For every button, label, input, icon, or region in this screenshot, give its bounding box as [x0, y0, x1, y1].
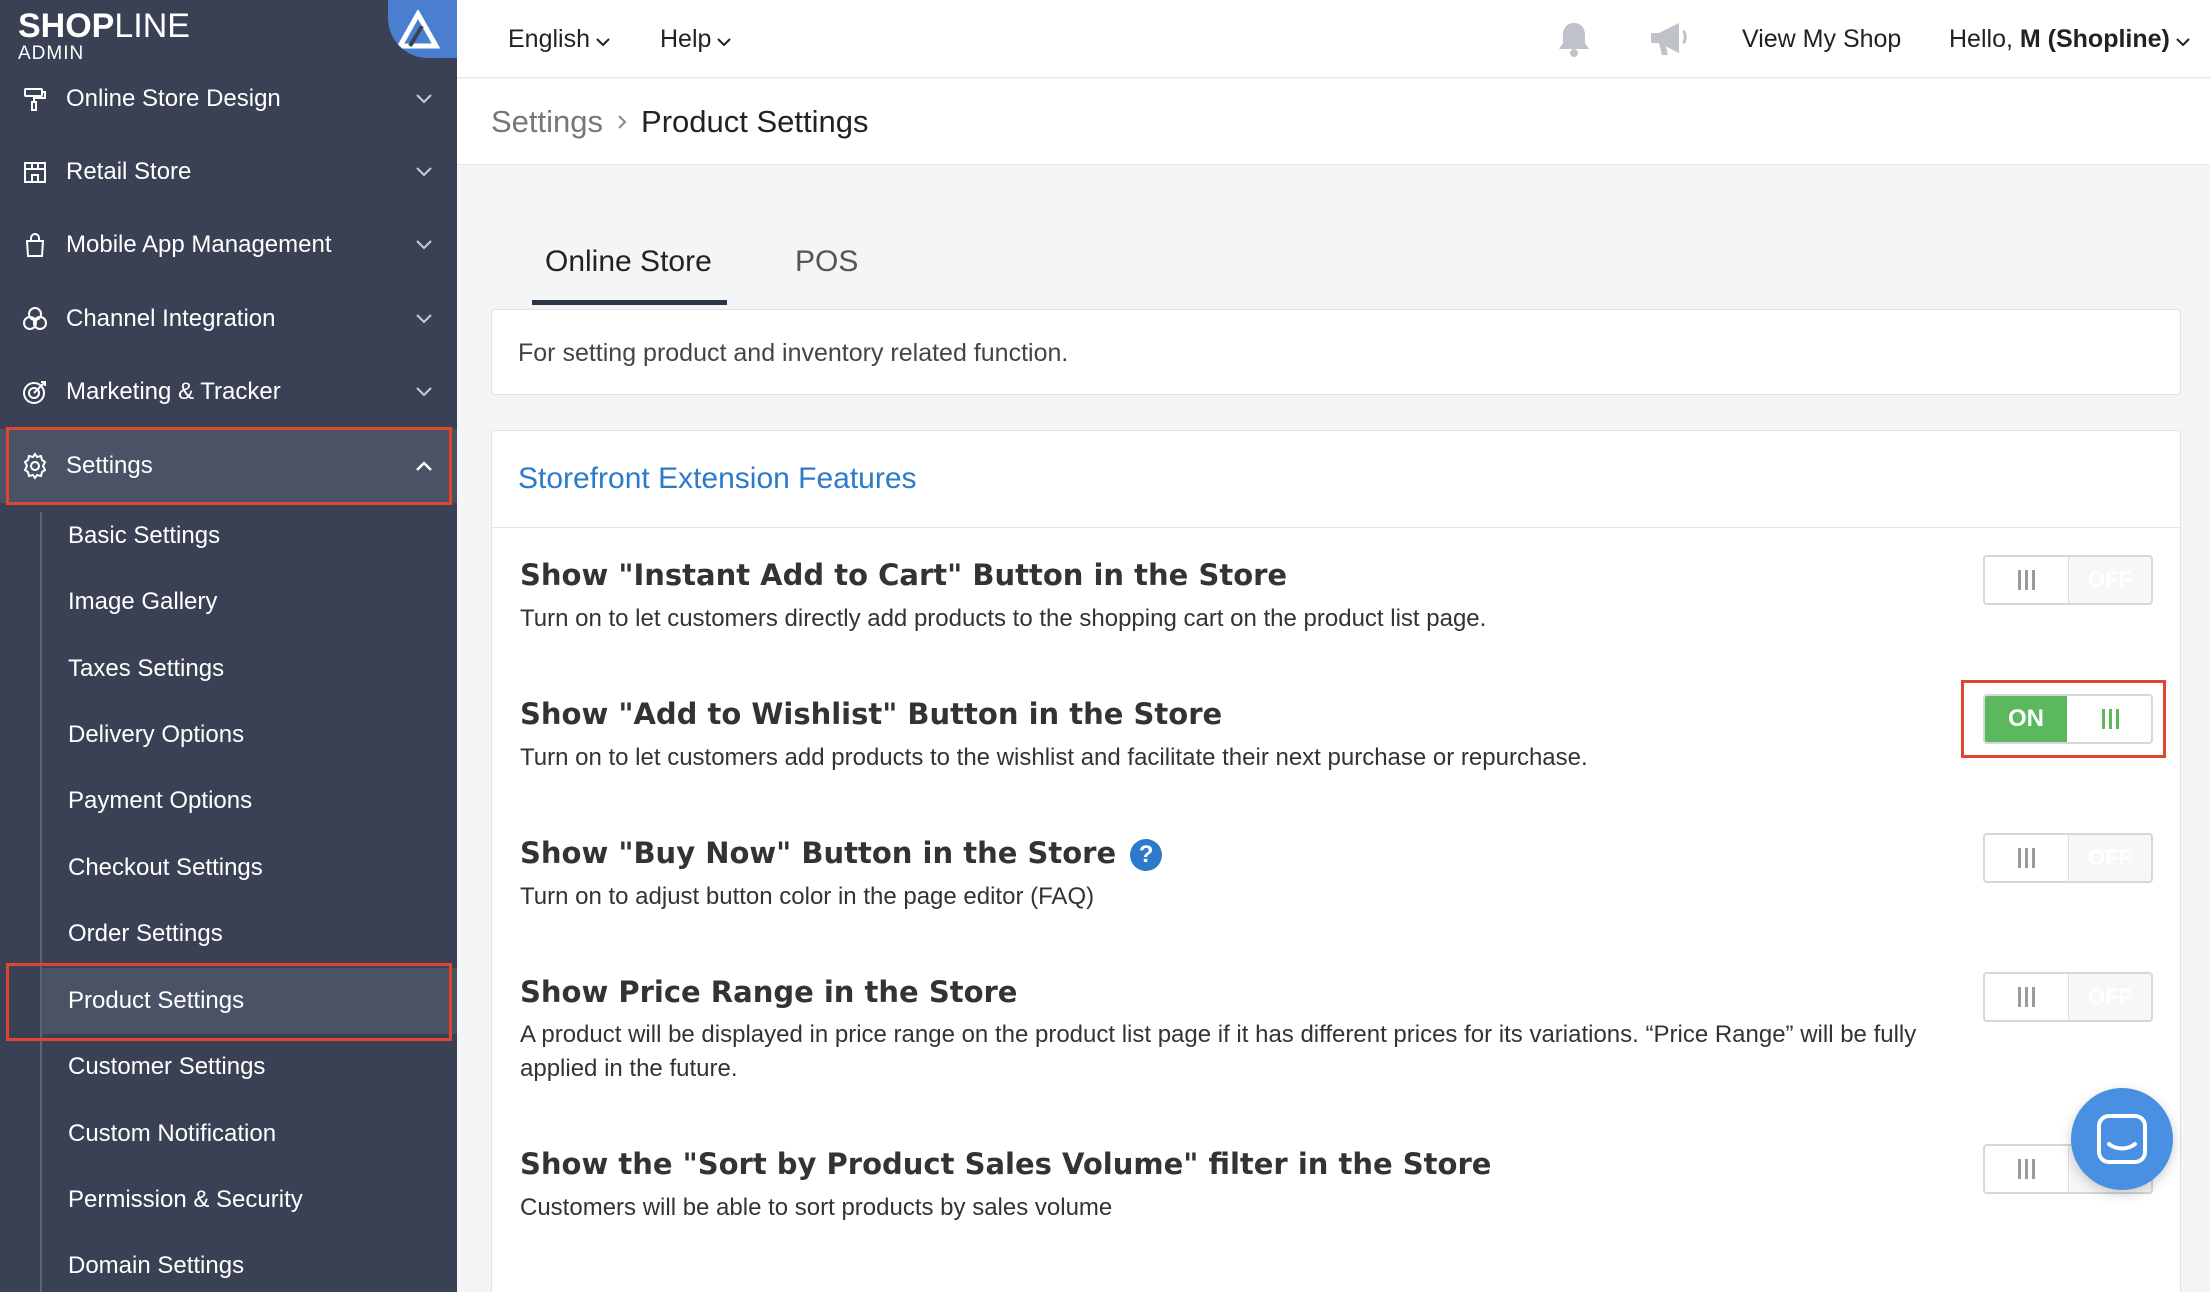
- submenu-item-taxes-settings[interactable]: Taxes Settings: [42, 636, 457, 702]
- breadcrumb-current: Product Settings: [641, 103, 869, 139]
- setting-desc-price-range: A product will be displayed in price ran…: [520, 1021, 1917, 1082]
- brand-mark-icon: [388, 0, 457, 58]
- section-divider: [492, 527, 2180, 528]
- shopline-logo[interactable]: SHOPLINE ADMIN: [18, 8, 190, 64]
- user-name: M (Shopline): [2019, 24, 2170, 53]
- store-icon: [20, 157, 50, 187]
- breadcrumb-settings-link[interactable]: Settings: [491, 104, 603, 140]
- grip-icon: [2018, 987, 2035, 1007]
- description-card: For setting product and inventory relate…: [491, 309, 2181, 395]
- setting-desc-buy-now: Turn on to adjust button color in the pa…: [520, 883, 1095, 910]
- submenu-item-basic-settings[interactable]: Basic Settings: [42, 503, 457, 569]
- active-tab-indicator: [532, 300, 727, 305]
- submenu-item-customer-settings[interactable]: Customer Settings: [42, 1034, 457, 1100]
- setting-desc-sort-by-sales-volume: Customers will be able to sort products …: [520, 1194, 1113, 1221]
- sidebar-item-mobile-app-management[interactable]: Mobile App Management: [0, 208, 457, 282]
- chevron-right-icon: [617, 114, 627, 130]
- help-dropdown[interactable]: Help: [660, 0, 732, 78]
- sidebar-item-label: Online Store Design: [66, 85, 281, 112]
- setting-title-sort-by-sales-volume: Show the "Sort by Product Sales Volume" …: [520, 1147, 1492, 1181]
- product-settings-highlight-box: [6, 963, 452, 1041]
- chat-widget-button[interactable]: [2071, 1088, 2173, 1190]
- sidebar-item-channel-integration[interactable]: Channel Integration: [0, 282, 457, 356]
- chevron-down-icon: [413, 308, 435, 330]
- toggle-instant-add-to-cart[interactable]: OFF: [1983, 555, 2153, 605]
- logo-admin-label: ADMIN: [18, 43, 85, 64]
- setting-title-add-to-wishlist: Show "Add to Wishlist" Button in the Sto…: [520, 697, 1223, 731]
- greeting-label: Hello,: [1949, 24, 2020, 53]
- help-label: Help: [660, 24, 712, 53]
- user-menu[interactable]: Hello, M (Shopline): [1949, 0, 2190, 78]
- view-my-shop-link[interactable]: View My Shop: [1742, 0, 1901, 78]
- sidebar-item-retail-store[interactable]: Retail Store: [0, 135, 457, 209]
- chevron-down-icon: [413, 234, 435, 256]
- sidebar-item-label: Marketing & Tracker: [66, 378, 281, 405]
- wishlist-toggle-highlight-box: [1961, 680, 2166, 758]
- tab-online-store[interactable]: Online Store: [545, 218, 712, 306]
- question-circle-icon[interactable]: ?: [1130, 839, 1163, 871]
- chevron-down-icon: [596, 25, 610, 54]
- settings-highlight-box: [6, 427, 452, 505]
- target-icon: [20, 377, 50, 407]
- language-label: English: [508, 24, 590, 53]
- paint-roller-icon: [20, 84, 50, 114]
- page-description: For setting product and inventory relate…: [518, 338, 1069, 367]
- grip-icon: [2018, 570, 2035, 590]
- sidebar-item-label: Retail Store: [66, 158, 192, 185]
- sidebar-item-label: Channel Integration: [66, 305, 276, 332]
- submenu-item-delivery-options[interactable]: Delivery Options: [42, 702, 457, 768]
- bell-icon[interactable]: [1554, 0, 1594, 78]
- setting-desc-instant-add-to-cart: Turn on to let customers directly add pr…: [520, 605, 1487, 632]
- chevron-down-icon: [413, 381, 435, 403]
- grip-icon: [2018, 848, 2035, 868]
- chevron-down-icon: [2176, 25, 2190, 54]
- logo-brand-thin: LINE: [114, 7, 190, 45]
- chevron-down-icon: [413, 161, 435, 183]
- submenu-item-payment-options[interactable]: Payment Options: [42, 768, 457, 834]
- sidebar-item-online-store-design[interactable]: Online Store Design: [0, 62, 457, 136]
- toggle-knob: [1985, 835, 2069, 881]
- setting-desc-add-to-wishlist: Turn on to let customers add products to…: [520, 744, 1588, 771]
- megaphone-icon[interactable]: [1647, 0, 1691, 78]
- submenu-item-custom-notification[interactable]: Custom Notification: [42, 1101, 457, 1167]
- chevron-down-icon: [413, 88, 435, 110]
- toggle-state-label: OFF: [2088, 984, 2132, 1009]
- language-dropdown[interactable]: English: [508, 0, 610, 78]
- submenu-item-checkout-settings[interactable]: Checkout Settings: [42, 835, 457, 901]
- setting-title-price-range: Show Price Range in the Store: [520, 975, 1018, 1009]
- submenu-item-permission-security[interactable]: Permission & Security: [42, 1167, 457, 1233]
- setting-title-buy-now-text: Show "Buy Now" Button in the Store: [520, 836, 1117, 870]
- shopping-bag-icon: [20, 230, 50, 260]
- sidebar: SHOPLINE ADMIN Online Store Design Retai…: [0, 0, 457, 1292]
- chat-icon: [2097, 1114, 2147, 1164]
- toggle-state-label: OFF: [2088, 845, 2132, 870]
- toggle-knob: [1985, 974, 2069, 1020]
- toggle-knob: [1985, 557, 2069, 603]
- sidebar-item-label: Mobile App Management: [66, 231, 332, 258]
- sidebar-item-marketing-tracker[interactable]: Marketing & Tracker: [0, 355, 457, 429]
- setting-title-buy-now: Show "Buy Now" Button in the Store?: [520, 836, 1163, 871]
- toggle-state-label: OFF: [2088, 567, 2132, 592]
- breadcrumb: Settings Product Settings: [457, 79, 2210, 165]
- logo-brand-bold: SHOP: [18, 7, 115, 45]
- toggle-knob: [1985, 1146, 2069, 1192]
- submenu-item-domain-settings[interactable]: Domain Settings: [42, 1233, 457, 1292]
- toggle-buy-now[interactable]: OFF: [1983, 833, 2153, 883]
- top-bar: English Help View My Shop Hello, M (Shop…: [457, 0, 2210, 78]
- circles-icon: [20, 304, 50, 334]
- toggle-price-range[interactable]: OFF: [1983, 972, 2153, 1022]
- tab-pos[interactable]: POS: [795, 218, 858, 306]
- submenu-item-image-gallery[interactable]: Image Gallery: [42, 569, 457, 635]
- submenu-item-order-settings[interactable]: Order Settings: [42, 901, 457, 967]
- grip-icon: [2018, 1159, 2035, 1179]
- setting-title-instant-add-to-cart: Show "Instant Add to Cart" Button in the…: [520, 558, 1288, 592]
- chevron-down-icon: [717, 25, 732, 54]
- section-title: Storefront Extension Features: [518, 462, 917, 495]
